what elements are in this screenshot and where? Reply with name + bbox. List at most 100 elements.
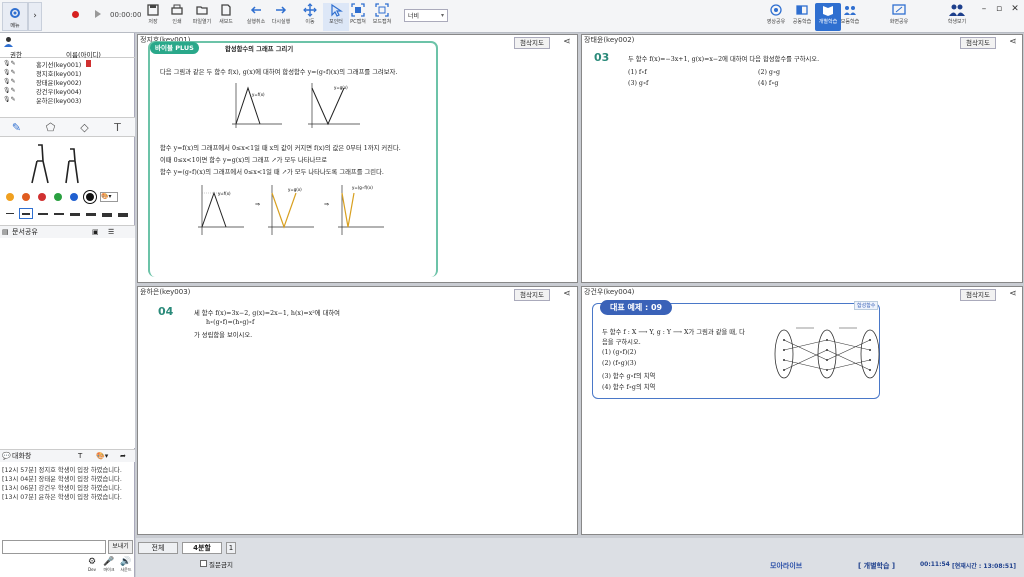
move-button[interactable]: 이동 [297,3,323,31]
line-width-option[interactable] [70,213,80,216]
correction-button[interactable]: 첨삭지도 [960,289,996,301]
question-block-checkbox[interactable] [200,560,207,567]
mic-icon[interactable]: 🎙✎ [3,96,16,103]
maximize-button[interactable]: ▫ [993,4,1005,14]
correction-button[interactable]: 첨삭지도 [514,289,550,301]
student-board-2[interactable]: 장태윤(key002) 첨삭지도 ⋖ 03 두 함수 f(x)=−3x+1, g… [581,34,1023,283]
color-swatch[interactable] [6,193,14,201]
problem-text: 다음 그림과 같은 두 함수 f(x), g(x)에 대하여 합성함수 y=(g… [160,69,398,76]
color-swatch[interactable] [54,193,62,201]
line-width-option[interactable] [6,213,14,214]
close-button[interactable]: ✕ [1009,4,1021,14]
save-doc-icon[interactable]: ▣ [92,226,99,238]
mic-icon[interactable]: 🎙✎ [3,78,16,85]
share-icon[interactable]: ⋖ [560,289,574,301]
board-capture-button[interactable]: 보드캡쳐 [369,3,395,31]
document-icon: ▤ [2,228,9,236]
mic-icon[interactable]: 🎙✎ [3,60,16,67]
group-study-button[interactable]: 공동학습 [789,3,815,31]
user-row[interactable]: 🎙✎ 홍기선(key001) [0,60,135,69]
save-button[interactable]: 저장 [140,3,166,31]
folder-open-icon [196,6,208,15]
send-button[interactable]: 보내기 [108,540,133,554]
text-tab[interactable]: T [101,118,134,137]
color-swatch[interactable] [70,193,78,201]
pane-title: 강건우(key004) [584,288,635,296]
eraser-tab[interactable]: ◇ [68,118,101,137]
question-block-label: 질문금지 [209,561,233,569]
arrow-icon: ⇒ [324,201,330,208]
list-icon[interactable]: ☰ [108,226,114,238]
mic-icon[interactable]: 🎙✎ [3,87,16,94]
user-row[interactable]: 🎙✎ 강건우(key004) [0,87,135,96]
board-capture-icon [375,3,389,17]
line-width-option[interactable] [102,213,112,217]
menu-label: 메뉴 [10,23,20,29]
minimize-button[interactable]: – [978,4,990,14]
line-width-option[interactable] [86,213,96,216]
tab-split-4[interactable]: 4분할 [182,542,222,554]
problem-option: (3) 함수 g∘f의 치역 [602,373,656,380]
correction-button[interactable]: 첨삭지도 [960,37,996,49]
text-style-icon[interactable]: T [78,450,82,462]
share-icon[interactable]: ⋖ [1006,289,1020,301]
color-swatch-selected[interactable] [86,193,94,201]
line-width-option[interactable] [38,213,48,215]
individual-study-icon [823,6,833,16]
problem-text: 가 성립함을 보이시오. [194,332,253,339]
user-row[interactable]: 🎙✎ 장태윤(key002) [0,78,135,87]
print-button[interactable]: 인쇄 [164,3,190,31]
color-swatch[interactable] [22,193,30,201]
student-view-button[interactable]: 학생보기 [944,3,970,31]
student-board-3[interactable]: 윤하은(key003) 첨삭지도 ⋖ 04 세 함수 f(x)=3x−2, g(… [137,286,578,535]
student-board-4[interactable]: 강건우(key004) 첨삭지도 ⋖ 대표 예제 : 09 합성함수 두 함수 … [581,286,1023,535]
open-file-button[interactable]: 파일열기 [189,3,215,31]
graph-f: y=f(x) [232,83,282,128]
video-share-button[interactable]: 영상공유 [763,3,789,31]
draw-tool-tabs: ✎ ⬠ ◇ T [0,117,135,137]
bible-plus-badge: 바이블 PLUS [150,42,199,54]
expand-panel-button[interactable]: › [28,2,42,31]
shape-tab[interactable]: ⬠ [34,118,67,137]
mic-icon[interactable]: 🎙✎ [3,69,16,76]
user-row[interactable]: 🎙✎ 정지호(key001) [0,69,135,78]
brand-name: 모아라이브 [770,562,803,570]
share-icon[interactable]: ⋖ [1006,37,1020,49]
play-button[interactable] [95,10,101,18]
menu-button[interactable]: 메뉴 [2,2,28,31]
student-board-1[interactable]: 정지호(key001) 첨삭지도 ⋖ 바이블 PLUS 합성함수의 그래프 그리… [137,34,578,283]
tab-all[interactable]: 전체 [138,542,178,554]
page-number[interactable]: 1 [226,542,236,554]
line-width-option[interactable] [118,213,128,217]
chat-input[interactable] [2,540,106,554]
width-select[interactable]: 너비 ▾ [404,9,448,22]
undo-button[interactable]: 실행취소 [243,3,269,31]
doc-share-header: ▤ 문서공유 ▣ ☰ [0,225,135,238]
graph-label: y=g(x) [288,187,302,192]
chat-message: [13시 04분] 장태윤 학생이 입장 하였습니다. [2,476,122,483]
redo-button[interactable]: 다시실행 [268,3,294,31]
team-study-button[interactable]: 모둠학습 [837,3,863,31]
problem-option: (4) 함수 f∘g의 치역 [602,384,656,391]
graph-label: y=(g∘f)(x) [352,185,373,190]
pen-tab[interactable]: ✎ [0,118,33,137]
new-board-button[interactable]: 새보드 [213,3,239,31]
correction-button[interactable]: 첨삭지도 [514,37,550,49]
settings-icon[interactable]: ⚙ Dev [86,557,98,572]
speaker-icon[interactable]: 🔊 사운드 [119,557,133,573]
share-icon[interactable]: ➦ [120,450,126,462]
color-picker-icon[interactable]: 🎨▾ [96,450,108,462]
record-button[interactable] [72,11,79,18]
screen-share-button[interactable]: 화면공유 [886,3,912,31]
line-width-selected[interactable] [19,208,33,219]
color-picker-button[interactable]: 🎨▾ [100,192,118,202]
pc-capture-button[interactable]: PC캡쳐 [345,3,371,31]
share-icon[interactable]: ⋖ [560,37,574,49]
team-study-icon [844,6,856,15]
problem-text: h∘(g∘f)=(h∘g)∘f [206,319,255,326]
mic-icon[interactable]: 🎤 마이크 [103,557,115,573]
line-width-option[interactable] [54,213,64,215]
gear-icon [10,8,20,18]
user-row[interactable]: 🎙✎ 윤하은(key003) [0,96,135,105]
color-swatch[interactable] [38,193,46,201]
